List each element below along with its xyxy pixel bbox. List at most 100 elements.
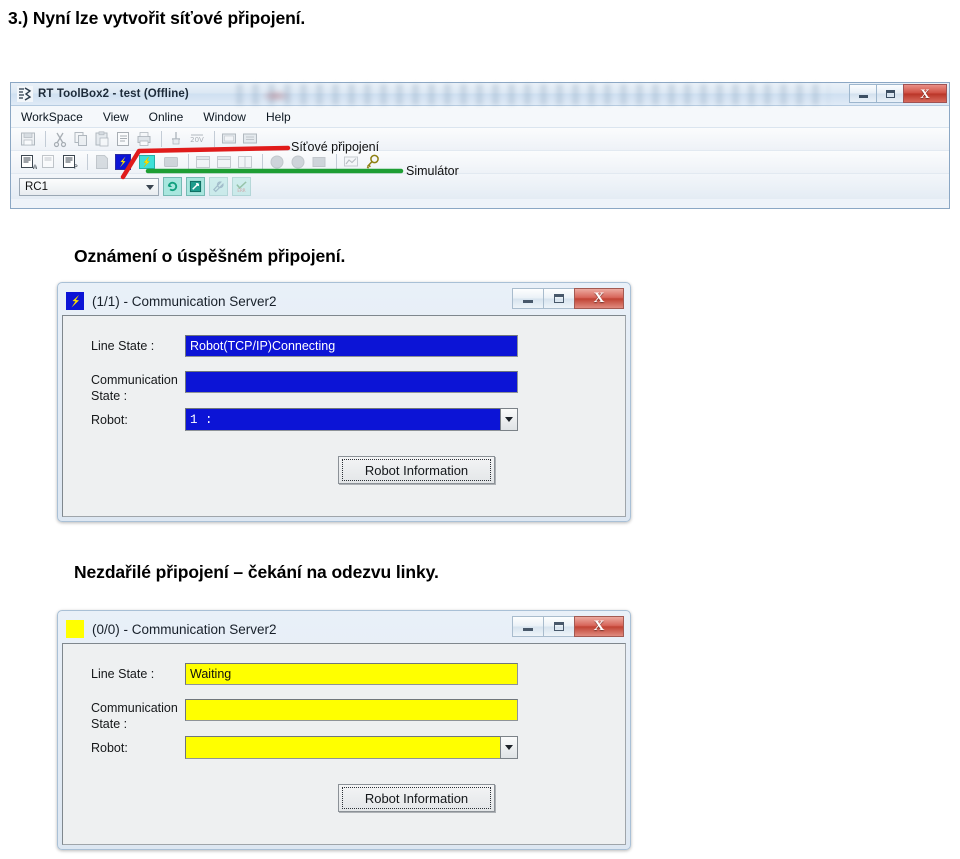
robot-controller-select[interactable]: RC1	[19, 177, 159, 196]
toolbar-separator	[336, 154, 337, 170]
robot-select-dropdown-button[interactable]	[500, 736, 518, 759]
minimize-icon	[858, 94, 868, 98]
robot-label: Robot:	[91, 413, 128, 427]
svg-text:ERR: ERR	[237, 188, 245, 193]
page-title: 3.) Nyní lze vytvořit síťové připojení.	[8, 8, 306, 28]
chevron-down-icon	[146, 184, 154, 190]
robot-select[interactable]	[185, 736, 518, 759]
toolbar-separator	[188, 154, 189, 170]
menu-item-help[interactable]: Help	[266, 110, 291, 124]
line-state-label: Line State :	[91, 667, 155, 681]
menu-item-window[interactable]: Window	[203, 110, 246, 124]
toolbar-row-2: W P	[11, 151, 949, 174]
toolbar-row-3: RC1 ERR	[11, 174, 949, 199]
block-icon[interactable]	[310, 153, 328, 171]
copy-icon[interactable]	[72, 130, 90, 148]
maximize-button[interactable]	[876, 84, 904, 103]
menu-item-workspace[interactable]: WorkSpace	[21, 110, 83, 124]
minimize-button[interactable]	[512, 288, 544, 309]
workspace-new-icon[interactable]: W	[19, 153, 38, 171]
maximize-button[interactable]	[543, 616, 575, 637]
robot-controller-value: RC1	[25, 180, 49, 193]
workspace-open-icon[interactable]	[40, 153, 58, 171]
rt-toolbox-title: RT ToolBox2 - test (Offline)	[38, 88, 189, 100]
minimize-button[interactable]	[849, 84, 877, 103]
tool-icon[interactable]	[167, 130, 185, 148]
robot-select-dropdown-button[interactable]	[500, 408, 518, 431]
caption-success: Oznámení o úspěšném připojení.	[74, 246, 346, 266]
key-icon[interactable]	[363, 153, 381, 171]
toolbar-separator	[87, 154, 88, 170]
monitor-icon[interactable]	[220, 130, 238, 148]
dialog-title: (0/0) - Communication Server2	[92, 621, 277, 637]
close-button[interactable]: X	[574, 616, 624, 637]
menu-item-online[interactable]: Online	[149, 110, 184, 124]
circle2-icon[interactable]	[289, 153, 307, 171]
communication-state-label-line1: Communication	[91, 701, 178, 715]
communication-state-label-line1: Communication	[91, 373, 178, 387]
svg-text:20V: 20V	[190, 136, 204, 144]
simulator-icon[interactable]	[138, 153, 156, 171]
window2-icon[interactable]	[215, 153, 233, 171]
communication-server-dialog-success: (1/1) - Communication Server2 X Line Sta…	[57, 282, 631, 522]
yellow-square-icon	[66, 620, 84, 638]
menu-item-view[interactable]: View	[103, 110, 129, 124]
rt-toolbox-titlebar: RT ToolBox2 - test (Offline) X	[11, 83, 949, 106]
robot-information-button[interactable]: Robot Information	[338, 784, 495, 812]
toolbar-separator	[161, 131, 162, 147]
wrench-icon	[213, 181, 224, 193]
minimize-icon	[523, 300, 533, 303]
circle1-icon[interactable]	[268, 153, 286, 171]
network-connect-icon[interactable]	[114, 153, 132, 171]
window3-icon[interactable]	[236, 153, 254, 171]
dialog-titlebar: (1/1) - Communication Server2 X	[62, 287, 626, 315]
simulator-annotation-label: Simulátor	[406, 164, 459, 178]
page-icon[interactable]	[93, 153, 111, 171]
robot-select[interactable]: 1 :	[185, 408, 518, 431]
lightning-bolt-icon	[66, 292, 84, 310]
maximize-icon	[554, 294, 564, 303]
edit-icon	[189, 180, 202, 193]
project-icon[interactable]: P	[61, 153, 79, 171]
line-state-value: Robot(TCP/IP)Connecting	[185, 335, 518, 357]
titlebar-blur-artifact	[236, 84, 829, 105]
minimize-icon	[523, 628, 533, 631]
paste-icon[interactable]	[93, 130, 111, 148]
robot-select-value: 1 :	[185, 408, 500, 431]
program-icon[interactable]	[162, 153, 180, 171]
communication-state-value	[185, 371, 518, 393]
chevron-down-icon	[505, 417, 513, 422]
monitor2-icon[interactable]	[241, 130, 259, 148]
cut-icon[interactable]	[51, 130, 69, 148]
maximize-icon	[885, 89, 895, 98]
chevron-down-icon	[505, 745, 513, 750]
toolbar-row-1: 20V	[11, 128, 949, 151]
dialog-window-controls: X	[512, 288, 624, 309]
save-icon[interactable]	[19, 130, 37, 148]
communication-server-dialog-waiting: (0/0) - Communication Server2 X Line Sta…	[57, 610, 631, 850]
print-icon[interactable]	[135, 130, 153, 148]
dialog-title: (1/1) - Communication Server2	[92, 293, 277, 309]
svg-text:W: W	[32, 164, 37, 171]
refresh-button[interactable]	[163, 177, 182, 196]
rt-toolbox-menubar: WorkSpace View Online Window Help	[11, 106, 949, 128]
dialog-body: Line State : Robot(TCP/IP)Connecting Com…	[62, 315, 626, 517]
document-icon[interactable]	[114, 130, 132, 148]
rt-window-controls: X	[849, 84, 947, 103]
toolbar-separator	[262, 154, 263, 170]
close-button[interactable]: X	[574, 288, 624, 309]
window1-icon[interactable]	[194, 153, 212, 171]
line-state-label: Line State :	[91, 339, 155, 353]
chart-icon[interactable]	[342, 153, 360, 171]
minimize-button[interactable]	[512, 616, 544, 637]
maximize-button[interactable]	[543, 288, 575, 309]
close-button[interactable]: X	[903, 84, 947, 103]
robot-information-button[interactable]: Robot Information	[338, 456, 495, 484]
toolbar-separator	[45, 131, 46, 147]
unit-20v-icon[interactable]: 20V	[188, 130, 206, 148]
rt-toolbox-window: RT ToolBox2 - test (Offline) X WorkSpace…	[10, 82, 950, 209]
edit-button[interactable]	[186, 177, 205, 196]
error-button[interactable]: ERR	[232, 177, 251, 196]
dialog-window-controls: X	[512, 616, 624, 637]
wrench-button[interactable]	[209, 177, 228, 196]
